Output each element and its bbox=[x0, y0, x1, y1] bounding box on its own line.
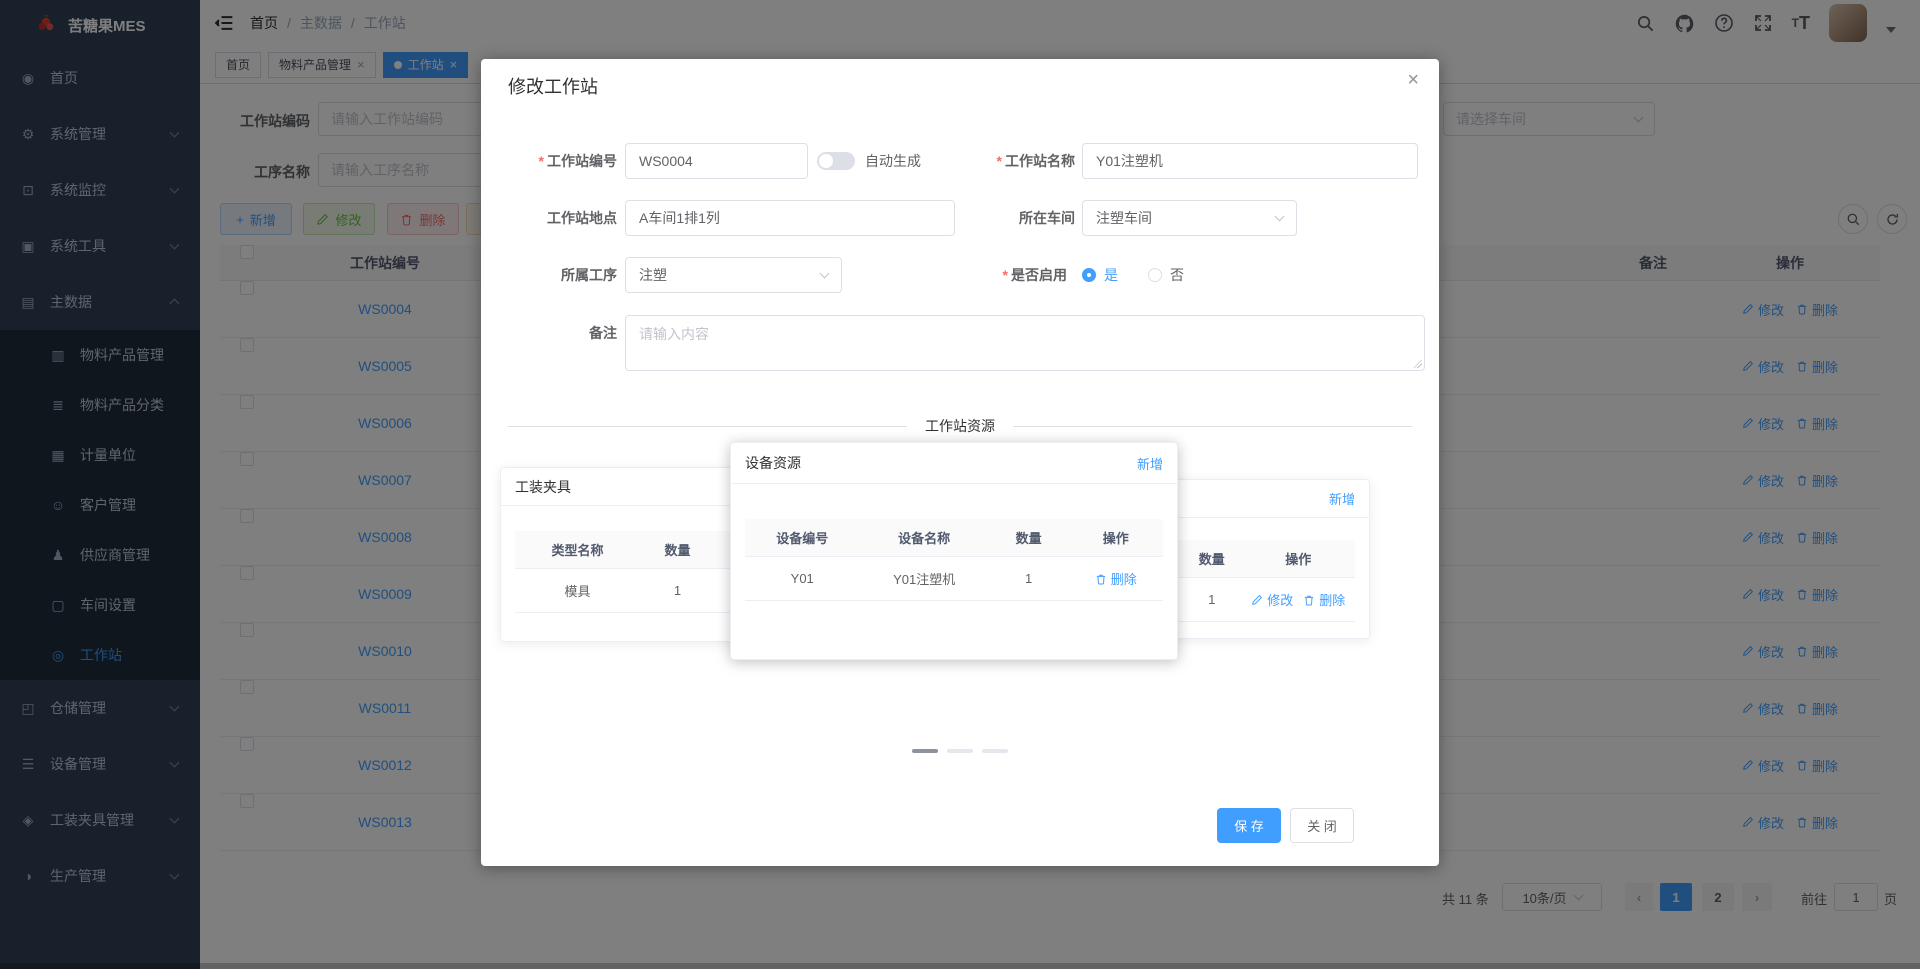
chevron-down-icon bbox=[1274, 211, 1285, 222]
card-table-row: 设备编号 设备名称 数量 操作 bbox=[745, 519, 1163, 557]
location-input[interactable]: A车间1排1列 bbox=[625, 200, 955, 236]
device-code-cell: Y01 bbox=[790, 571, 814, 586]
card-column-header: 数量 bbox=[664, 543, 691, 558]
device-ops-cell: 删除 bbox=[1068, 569, 1163, 588]
fixture-type-cell: 模具 bbox=[564, 584, 591, 599]
device-qty-cell: 1 bbox=[1025, 571, 1033, 586]
fixture-card-title: 工装夹具 bbox=[515, 478, 571, 495]
trash-icon bbox=[1096, 574, 1105, 584]
process-field-label: 所属工序 bbox=[561, 267, 617, 283]
workshop-field-label: 所在车间 bbox=[1019, 210, 1075, 226]
card-delete-link[interactable]: 删除 bbox=[1095, 569, 1137, 588]
pencil-icon bbox=[1252, 594, 1263, 605]
process-select[interactable]: 注塑 bbox=[625, 257, 842, 293]
card-column-header: 操作 bbox=[1285, 552, 1312, 567]
edit-workstation-dialog: 修改工作站 × * 工作站编号 WS0004 自动生成 * 工作站名称 Y01注塑机… bbox=[481, 59, 1439, 866]
card-column-header: 数量 bbox=[1198, 552, 1225, 567]
resources-divider: 工作站资源 bbox=[508, 416, 1412, 436]
carousel-indicator[interactable] bbox=[912, 749, 938, 753]
right-ops-cell: 修改 删除 bbox=[1242, 590, 1355, 609]
device-name-cell: Y01注塑机 bbox=[893, 572, 956, 587]
enabled-field-label: * 是否启用 bbox=[1002, 267, 1067, 283]
auto-generate-label: 自动生成 bbox=[865, 153, 921, 169]
horizontal-scrollbar[interactable] bbox=[0, 963, 1920, 969]
close-icon[interactable]: × bbox=[1407, 69, 1419, 92]
device-card: 设备资源 新增 设备编号 设备名称 数量 操作 Y01 Y01注塑机 1 删除 bbox=[730, 442, 1178, 660]
note-textarea[interactable]: 请输入内容 bbox=[625, 315, 1425, 371]
carousel-indicators bbox=[481, 749, 1439, 753]
card-column-header: 设备编号 bbox=[776, 531, 829, 546]
dialog-title: 修改工作站 bbox=[508, 77, 598, 97]
device-card-title: 设备资源 bbox=[745, 455, 801, 471]
radio-icon bbox=[1082, 268, 1096, 282]
workshop-select[interactable]: 注塑车间 bbox=[1082, 200, 1297, 236]
dialog-close-button[interactable]: 关 闭 bbox=[1290, 808, 1354, 843]
save-button[interactable]: 保 存 bbox=[1217, 808, 1281, 843]
card-table-row: Y01 Y01注塑机 1 删除 bbox=[745, 557, 1163, 601]
note-field-label: 备注 bbox=[589, 325, 617, 341]
resources-section-title: 工作站资源 bbox=[925, 418, 995, 434]
auto-generate-toggle[interactable] bbox=[817, 152, 855, 170]
resize-handle-icon[interactable] bbox=[1413, 359, 1422, 368]
name-input[interactable]: Y01注塑机 bbox=[1082, 143, 1418, 179]
right-qty-cell: 1 bbox=[1208, 592, 1216, 607]
code-input[interactable]: WS0004 bbox=[625, 143, 808, 179]
carousel-indicator[interactable] bbox=[982, 749, 1008, 753]
card-column-header: 操作 bbox=[1102, 531, 1129, 546]
trash-icon bbox=[1305, 595, 1314, 605]
radio-icon bbox=[1148, 268, 1162, 282]
card-column-header: 类型名称 bbox=[551, 543, 604, 558]
device-add-link[interactable]: 新增 bbox=[1137, 454, 1163, 473]
chevron-down-icon bbox=[819, 268, 830, 279]
enabled-radio-group: 是 否 bbox=[1082, 257, 1184, 293]
name-field-label: * 工作站名称 bbox=[996, 153, 1075, 169]
right-card-add-link[interactable]: 新增 bbox=[1329, 489, 1355, 508]
radio-no[interactable]: 否 bbox=[1148, 265, 1184, 285]
code-field-label: * 工作站编号 bbox=[538, 153, 617, 169]
location-field-label: 工作站地点 bbox=[547, 210, 617, 226]
card-delete-link[interactable]: 删除 bbox=[1303, 590, 1345, 609]
fixture-qty-cell: 1 bbox=[673, 583, 682, 598]
card-edit-link[interactable]: 修改 bbox=[1251, 590, 1293, 609]
card-column-header: 数量 bbox=[1015, 531, 1042, 546]
card-column-header: 设备名称 bbox=[898, 531, 951, 546]
carousel-indicator[interactable] bbox=[947, 749, 973, 753]
radio-yes[interactable]: 是 bbox=[1082, 265, 1118, 285]
